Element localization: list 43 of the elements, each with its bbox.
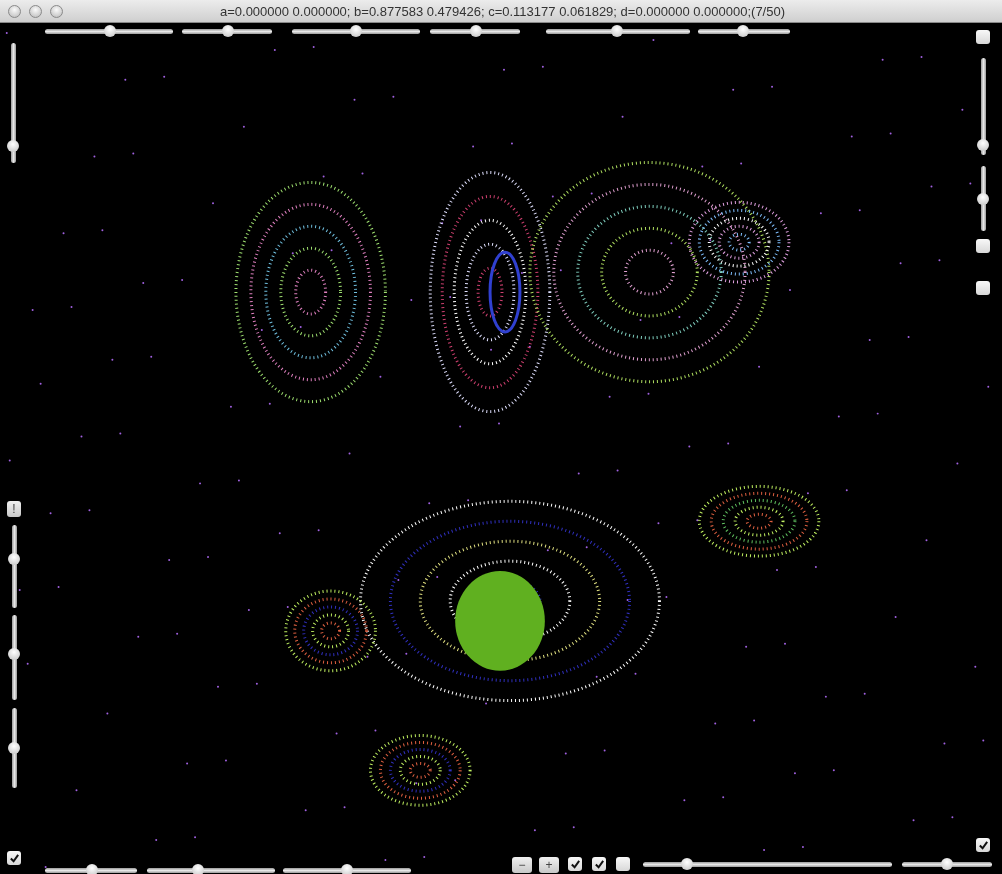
slider-thumb[interactable]	[7, 742, 20, 754]
checkbox[interactable]	[616, 857, 630, 871]
minimize-icon[interactable]	[29, 4, 42, 18]
slider-thumb[interactable]	[941, 857, 953, 870]
checkbox[interactable]	[976, 281, 990, 295]
check-icon	[569, 858, 581, 870]
slider[interactable]	[643, 861, 892, 867]
push-button[interactable]: −	[512, 857, 532, 873]
slider-thumb[interactable]	[350, 25, 362, 37]
checkbox[interactable]	[568, 857, 582, 871]
slider-thumb[interactable]	[85, 864, 98, 874]
checkbox[interactable]	[592, 857, 606, 871]
window-title: a=0.000000 0.000000; b=0.877583 0.479426; c=0.113177 0.061829; d=0.000000 0.000000;(7/50)	[218, 3, 787, 19]
push-button[interactable]: +	[539, 857, 559, 873]
slider[interactable]	[11, 708, 17, 788]
slider[interactable]	[11, 615, 17, 700]
slider-thumb[interactable]	[610, 25, 623, 37]
zoom-icon[interactable]	[50, 4, 63, 18]
slider-thumb[interactable]	[7, 553, 20, 566]
check-icon	[977, 839, 989, 851]
push-button[interactable]: !	[7, 501, 21, 517]
check-icon	[8, 852, 20, 864]
slider[interactable]	[980, 166, 986, 231]
slider-thumb[interactable]	[7, 140, 19, 153]
slider[interactable]	[11, 525, 17, 608]
slider[interactable]	[902, 861, 992, 867]
check-icon	[593, 858, 605, 870]
checkbox[interactable]	[976, 239, 990, 253]
checkbox[interactable]	[7, 851, 21, 865]
slider-thumb[interactable]	[104, 25, 117, 37]
close-icon[interactable]	[8, 4, 21, 18]
slider-thumb[interactable]	[737, 25, 750, 37]
checkbox[interactable]	[976, 838, 990, 852]
slider-thumb[interactable]	[341, 864, 353, 874]
slider-thumb[interactable]	[976, 192, 989, 205]
slider-thumb[interactable]	[976, 138, 989, 151]
slider-thumb[interactable]	[680, 857, 693, 870]
slider[interactable]	[980, 58, 986, 155]
slider-thumb[interactable]	[7, 647, 20, 660]
slider-thumb[interactable]	[469, 25, 482, 37]
slider-thumb[interactable]	[221, 25, 234, 37]
checkbox[interactable]	[976, 30, 990, 44]
slider-thumb[interactable]	[192, 864, 205, 874]
